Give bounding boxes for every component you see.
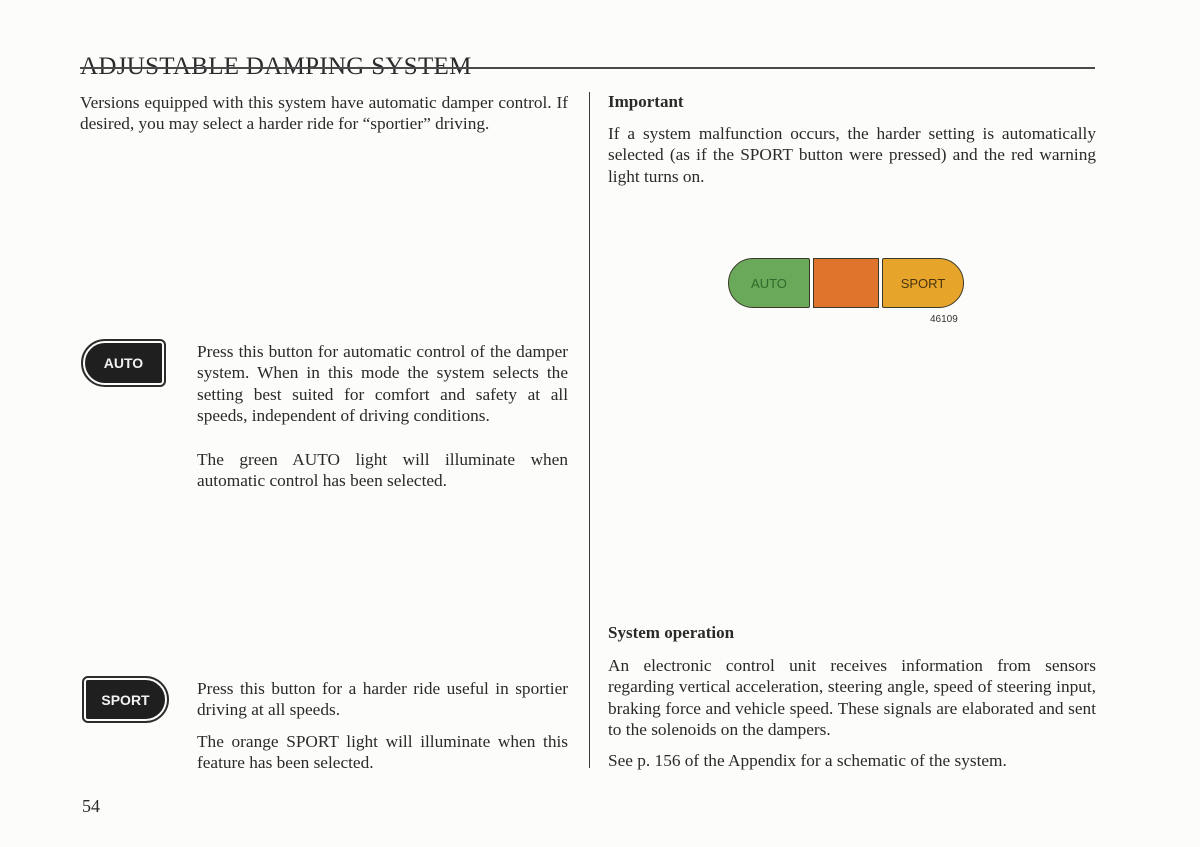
sport-indicator-light: SPORT [882,258,964,308]
auto-indicator-light: AUTO [728,258,810,308]
warning-indicator-light [813,258,879,308]
intro-paragraph: Versions equipped with this system have … [80,93,568,134]
auto-description: Press this button for automatic control … [197,342,568,426]
appendix-reference: See p. 156 of the Appendix for a schemat… [608,751,1007,770]
important-heading: Important [608,92,684,111]
indicator-lights-figure: AUTO SPORT [728,258,966,308]
auto-light-note: The green AUTO light will illuminate whe… [197,450,568,491]
sport-button-icon: SPORT [82,676,169,723]
figure-number: 46109 [930,314,958,325]
important-text: If a system malfunction occurs, the hard… [608,124,1096,186]
title-rule [80,67,1095,69]
sport-light-note: The orange SPORT light will illuminate w… [197,732,568,773]
system-operation-heading: System operation [608,623,735,642]
sport-button-label: SPORT [101,691,150,708]
sport-description: Press this button for a harder ride usef… [197,679,568,720]
sport-indicator-label: SPORT [900,275,946,291]
auto-button-label: AUTO [103,355,144,371]
auto-indicator-label: AUTO [751,275,787,291]
system-operation-text: An electronic control unit receives info… [608,656,1096,740]
auto-button-icon: AUTO [81,339,166,387]
page-number: 54 [82,796,100,816]
column-divider [589,92,590,768]
